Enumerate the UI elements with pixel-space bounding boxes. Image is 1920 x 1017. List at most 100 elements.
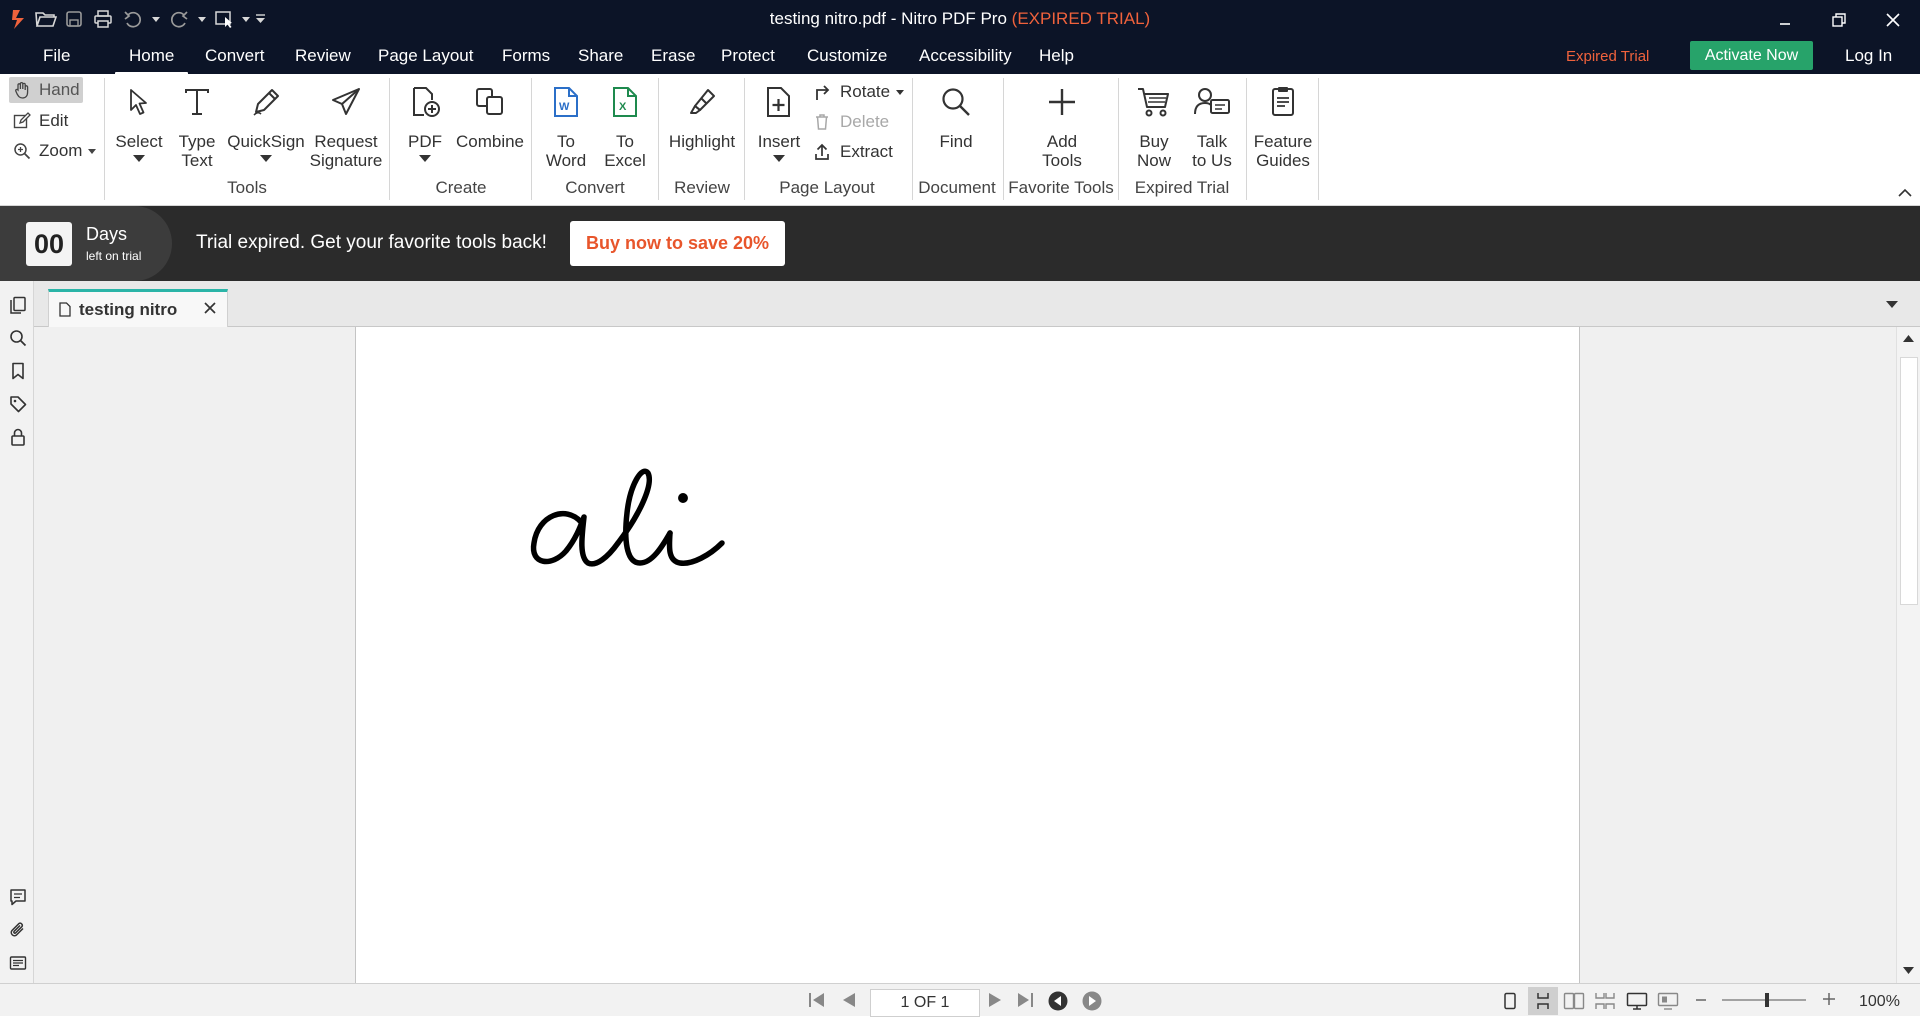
single-page-view-icon[interactable] [1502,992,1518,1010]
menu-home[interactable]: Home [114,46,189,75]
type-text-button[interactable]: Type Text [172,74,222,170]
previous-view-icon[interactable] [1048,991,1068,1011]
edit-mode-button[interactable]: Edit [9,108,68,134]
menu-forms[interactable]: Forms [502,46,550,68]
group-label-page-layout: Page Layout [779,178,875,197]
add-tools-button[interactable]: Add Tools [1032,74,1092,170]
ribbon-separator [1118,78,1119,200]
scroll-down-icon[interactable] [1903,967,1914,974]
zoom-slider[interactable] [1722,992,1806,1008]
menu-accessibility[interactable]: Accessibility [919,46,1012,68]
extract-button[interactable]: Extract [814,140,893,164]
document-tab-bar: testing nitro [34,281,1920,327]
find-button[interactable]: Find [920,74,992,151]
close-button[interactable] [1866,0,1920,39]
select-tool-button[interactable]: Select [112,74,166,162]
form-fields-icon[interactable] [8,953,28,973]
lock-icon[interactable] [8,427,28,447]
zoom-in-icon[interactable] [1822,992,1836,1006]
first-page-icon[interactable] [808,992,826,1008]
to-word-button[interactable]: W To Word [541,74,591,170]
group-label-expired-trial: Expired Trial [1134,178,1230,197]
request-signature-button[interactable]: Request Signature [306,74,386,170]
scroll-up-icon[interactable] [1903,335,1914,342]
zoom-mode-button[interactable]: Zoom [9,138,97,164]
select-tool-label: Select [115,132,163,151]
redo-icon[interactable] [168,8,190,30]
menu-help[interactable]: Help [1039,46,1074,68]
redo-dropdown-icon[interactable] [196,8,208,30]
feature-guides-label-line2: Guides [1256,151,1310,170]
comments-icon[interactable] [8,887,28,907]
select-tool-quick-icon[interactable] [214,8,236,30]
tag-icon[interactable] [8,394,28,414]
cursor-arrow-icon [128,82,150,122]
create-pdf-button[interactable]: PDF [400,74,450,162]
menu-page-layout[interactable]: Page Layout [378,46,473,68]
talk-to-us-button[interactable]: Talk to Us [1186,74,1238,170]
document-icon [59,302,71,317]
reading-mode-icon[interactable] [1657,992,1679,1010]
continuous-view-icon[interactable] [1528,987,1558,1015]
to-excel-button[interactable]: X To Excel [600,74,650,170]
feature-guides-button[interactable]: Feature Guides [1250,74,1316,170]
menu-erase[interactable]: Erase [651,46,695,68]
collapse-ribbon-icon[interactable] [1898,188,1912,197]
rotate-button[interactable]: Rotate [814,80,905,104]
highlight-button[interactable]: Highlight [664,74,740,151]
menu-share[interactable]: Share [578,46,623,68]
menu-convert[interactable]: Convert [205,46,265,68]
rotate-icon [814,83,834,101]
pages-panel-icon[interactable] [8,295,28,315]
page-number-input[interactable]: 1 OF 1 [870,989,980,1017]
type-text-label-line2: Text [181,151,213,170]
combine-button[interactable]: Combine [452,74,528,151]
continuous-facing-view-icon[interactable] [1594,992,1616,1010]
select-tool-dropdown-icon[interactable] [240,8,252,30]
minimize-button[interactable] [1758,0,1812,39]
activate-now-button[interactable]: Activate Now [1690,41,1813,70]
zoom-out-icon[interactable] [1695,994,1707,1006]
ribbon: Hand Edit Zoom Select Type Text QuickSig… [0,74,1920,206]
save-icon[interactable] [64,8,84,30]
undo-icon[interactable] [122,8,144,30]
hand-mode-button[interactable]: Hand [9,77,83,103]
next-view-icon[interactable] [1082,991,1102,1011]
chevron-down-icon [260,155,272,162]
vertical-scrollbar[interactable] [1896,327,1920,983]
restore-button[interactable] [1812,0,1866,39]
expired-trial-link[interactable]: Expired Trial [1566,48,1649,65]
quicksign-button[interactable]: QuickSign [226,74,306,162]
menu-customize[interactable]: Customize [807,46,887,68]
zoom-level[interactable]: 100% [1859,993,1900,1011]
close-tab-icon[interactable] [203,301,217,315]
undo-dropdown-icon[interactable] [150,8,162,30]
next-page-icon[interactable] [988,992,1002,1008]
menu-protect[interactable]: Protect [721,46,775,68]
previous-page-icon[interactable] [842,992,856,1008]
attachment-icon[interactable] [8,920,28,940]
last-page-icon[interactable] [1016,992,1034,1008]
ribbon-separator [1003,78,1004,200]
insert-button[interactable]: Insert [752,74,806,162]
scrollbar-thumb[interactable] [1900,357,1918,605]
presentation-view-icon[interactable] [1626,992,1648,1010]
document-tab[interactable]: testing nitro [48,289,228,327]
menu-review[interactable]: Review [295,46,351,68]
delete-button[interactable]: Delete [814,110,889,134]
print-icon[interactable] [92,8,114,30]
facing-pages-view-icon[interactable] [1563,992,1585,1010]
buy-now-button[interactable]: Buy Now [1128,74,1180,170]
menu-file[interactable]: File [43,46,70,68]
bookmark-icon[interactable] [8,361,28,381]
log-in-link[interactable]: Log In [1845,46,1892,66]
open-folder-icon[interactable] [34,8,58,30]
buy-now-label-line2: Now [1136,151,1171,170]
tab-list-dropdown-icon[interactable] [1886,301,1898,308]
search-panel-icon[interactable] [8,328,28,348]
hand-mode-label: Hand [39,80,80,99]
buy-now-save-button[interactable]: Buy now to save 20% [570,221,785,266]
document-viewer[interactable] [34,327,1896,983]
customize-quick-access-icon[interactable] [254,8,266,30]
pdf-page[interactable] [355,327,1580,983]
